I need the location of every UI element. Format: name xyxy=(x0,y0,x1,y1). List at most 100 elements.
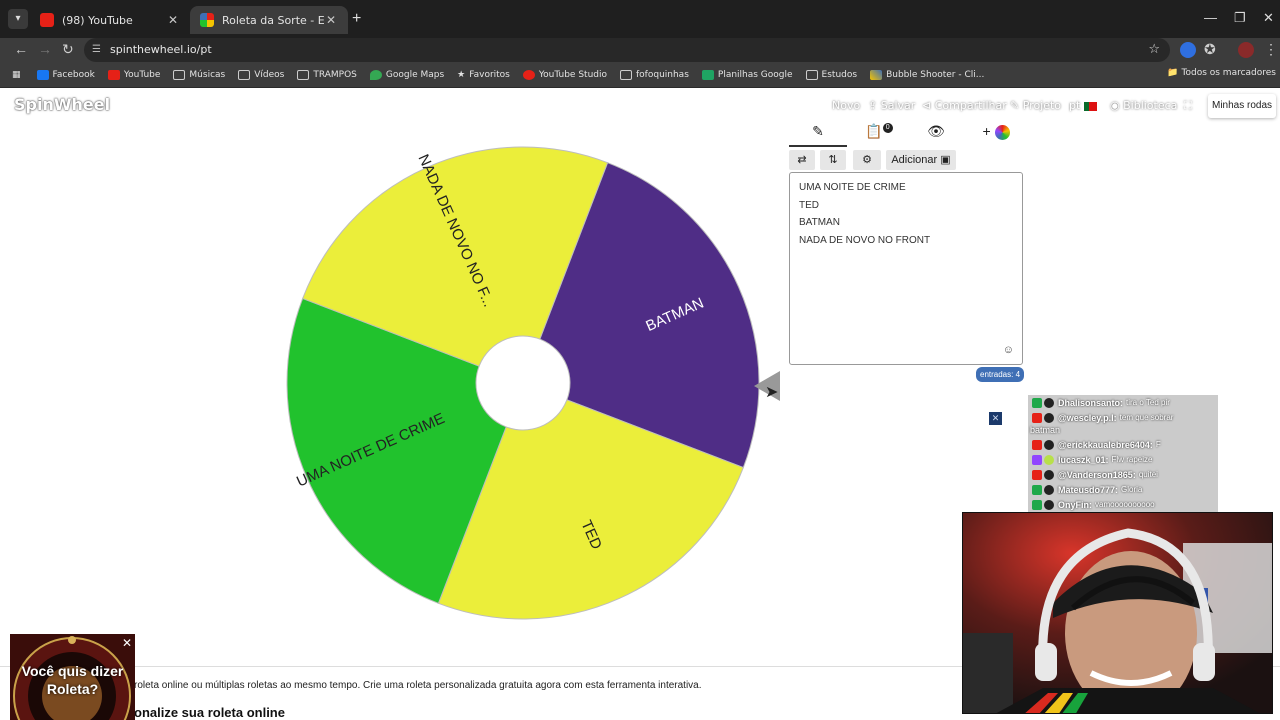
back-icon[interactable]: ← xyxy=(14,41,28,57)
reload-icon[interactable]: ↻ xyxy=(62,41,74,58)
bookmark-favoritos[interactable]: ★ Favoritos xyxy=(457,70,510,80)
close-window-icon[interactable]: ✕ xyxy=(1263,10,1274,26)
shuffle-icon: ⇄ xyxy=(797,154,807,166)
tab-customize[interactable]: + xyxy=(971,123,1021,147)
forward-icon[interactable]: → xyxy=(38,41,52,57)
add-image-button[interactable]: Adicionar ▣ xyxy=(886,150,956,170)
entry-line: NADA DE NOVO NO FRONT xyxy=(799,234,931,246)
tab-edit[interactable]: ✎ xyxy=(789,123,847,147)
profile-avatar-icon[interactable] xyxy=(1238,42,1254,58)
chat-message: OnyFin: vamoooooooooo xyxy=(1028,497,1218,512)
maps-pin-icon xyxy=(369,69,382,80)
screen: ▾ (98) YouTube ✕ Roleta da Sorte - Escol… xyxy=(0,0,1280,720)
bookmark-musicas[interactable]: Músicas xyxy=(173,69,225,80)
youtube-favicon-icon xyxy=(40,13,54,27)
extensions-puzzle-icon[interactable]: ✪ xyxy=(1204,41,1216,58)
shuffle-button[interactable]: ⇄ xyxy=(789,150,815,170)
all-bookmarks[interactable]: 📁 Todos os marcadores xyxy=(1167,68,1276,78)
nav-share[interactable]: ⊲ Compartilhar xyxy=(922,99,1007,112)
tab-title: Roleta da Sorte - Escolha Perso xyxy=(222,13,324,27)
bookmark-youtube-studio[interactable]: YouTube Studio xyxy=(522,69,607,80)
game-icon xyxy=(870,69,883,80)
promo-overlay: Você quis dizer Roleta? ✕ xyxy=(10,634,135,720)
extension-icon[interactable] xyxy=(1180,42,1196,58)
entries-count-badge: entradas: 4 xyxy=(976,367,1025,382)
folder-icon xyxy=(297,69,310,80)
bookmark-trampos[interactable]: TRAMPOS xyxy=(297,69,357,80)
browser-toolbar: ← → ↻ ☰ spinthewheel.io/pt ☆ ✪ ⋮ xyxy=(0,38,1280,62)
close-tab-icon[interactable]: ✕ xyxy=(166,13,180,27)
stream-chat-overlay: Dhalisonsanto: tira o Ted pir @wescley.p.… xyxy=(1028,395,1218,513)
bookmark-bubble-shooter[interactable]: Bubble Shooter - Cli... xyxy=(870,69,984,80)
folder-icon xyxy=(805,69,818,80)
nav-language[interactable]: pt xyxy=(1069,99,1097,112)
tab-search-button[interactable]: ▾ xyxy=(8,9,28,29)
apps-grid-icon[interactable]: ▦ xyxy=(12,70,21,80)
nav-project[interactable]: ✎ Projeto xyxy=(1010,99,1061,112)
folder-icon: 📁 xyxy=(1167,68,1182,78)
bookmark-facebook[interactable]: Facebook xyxy=(36,69,95,80)
site-logo[interactable]: SpinWheel xyxy=(14,95,110,114)
globe-icon: ◉ xyxy=(1110,99,1124,112)
entries-textarea[interactable]: UMA NOITE DE CRIME TED BATMAN NADA DE NO… xyxy=(789,172,1023,365)
folder-icon xyxy=(620,69,632,80)
bookmark-google-maps[interactable]: Google Maps xyxy=(369,69,444,80)
avatar xyxy=(1044,412,1054,423)
bookmark-estudos[interactable]: Estudos xyxy=(805,69,857,80)
youtube-studio-icon xyxy=(522,69,535,80)
avatar xyxy=(1044,484,1054,495)
chat-message: @erickkaualebre6404: F xyxy=(1028,437,1218,452)
bookmark-star-icon[interactable]: ☆ xyxy=(1148,38,1160,62)
my-wheels-button[interactable]: Minhas rodas xyxy=(1208,94,1276,118)
nav-save[interactable]: ⇪ Salvar xyxy=(868,99,915,112)
menu-kebab-icon[interactable]: ⋮ xyxy=(1264,41,1278,58)
chat-message: Mateusdo777: Gloria xyxy=(1028,482,1218,497)
avatar xyxy=(1044,397,1054,408)
emoji-icon[interactable]: ☺ xyxy=(1003,344,1014,356)
avatar xyxy=(1044,499,1054,510)
platform-icon xyxy=(1032,439,1042,450)
bookmark-videos[interactable]: Vídeos xyxy=(238,69,284,80)
wheel-favicon-icon xyxy=(200,13,214,27)
save-icon: ⇪ xyxy=(868,99,881,112)
pencil-icon: ✎ xyxy=(812,123,824,139)
clipboard-icon: 📋 xyxy=(865,123,883,139)
folder-icon xyxy=(173,69,186,80)
bookmark-planilhas[interactable]: Planilhas Google xyxy=(701,69,793,80)
close-icon[interactable]: ✕ xyxy=(989,412,1002,425)
url-field[interactable]: ☰ spinthewheel.io/pt ☆ xyxy=(84,38,1170,62)
site-info-icon[interactable]: ☰ xyxy=(92,38,101,62)
gear-icon: ⚙ xyxy=(862,154,872,166)
close-icon[interactable]: ✕ xyxy=(122,636,132,650)
settings-button[interactable]: ⚙ xyxy=(853,150,881,170)
restore-icon[interactable]: ❐ xyxy=(1234,10,1246,26)
folder-icon xyxy=(238,69,251,80)
wheel-center[interactable] xyxy=(475,335,571,431)
nav-library[interactable]: ◉ Biblioteca xyxy=(1110,99,1177,112)
url-text: spinthewheel.io/pt xyxy=(110,43,212,56)
bookmarks-bar: ▦ Facebook YouTube Músicas Vídeos TRAMPO… xyxy=(0,62,1280,88)
nav-new[interactable]: Novo xyxy=(832,99,860,112)
results-count-badge: 0 xyxy=(882,123,893,133)
spin-wheel[interactable]: BATMANTEDUMA NOITE DE CRIMENADA DE NOVO … xyxy=(280,136,760,636)
platform-icon xyxy=(1032,499,1042,510)
avatar xyxy=(1044,454,1054,465)
fullscreen-icon[interactable]: ⛶ xyxy=(1184,99,1192,113)
minimize-icon[interactable]: — xyxy=(1204,10,1217,25)
youtube-icon xyxy=(107,69,120,80)
sort-button[interactable]: ⇅ xyxy=(820,150,846,170)
bookmark-youtube[interactable]: YouTube xyxy=(107,69,160,80)
close-tab-icon[interactable]: ✕ xyxy=(324,13,338,27)
tab-hidden[interactable]: 👁 xyxy=(911,123,961,147)
webcam-image xyxy=(963,513,1272,713)
tab-results[interactable]: 📋 0 xyxy=(853,123,905,147)
entry-line: UMA NOITE DE CRIME xyxy=(799,182,906,193)
plus-icon: + xyxy=(982,123,995,139)
tab-spinthewheel[interactable]: Roleta da Sorte - Escolha Perso ✕ xyxy=(190,6,348,34)
facebook-icon xyxy=(36,69,49,80)
bookmark-fofoquinhas[interactable]: fofoquinhas xyxy=(620,69,689,80)
tab-youtube[interactable]: (98) YouTube ✕ xyxy=(30,6,190,34)
sheets-icon xyxy=(701,69,714,80)
tab-title: (98) YouTube xyxy=(62,13,133,27)
new-tab-icon[interactable]: + xyxy=(352,10,361,28)
